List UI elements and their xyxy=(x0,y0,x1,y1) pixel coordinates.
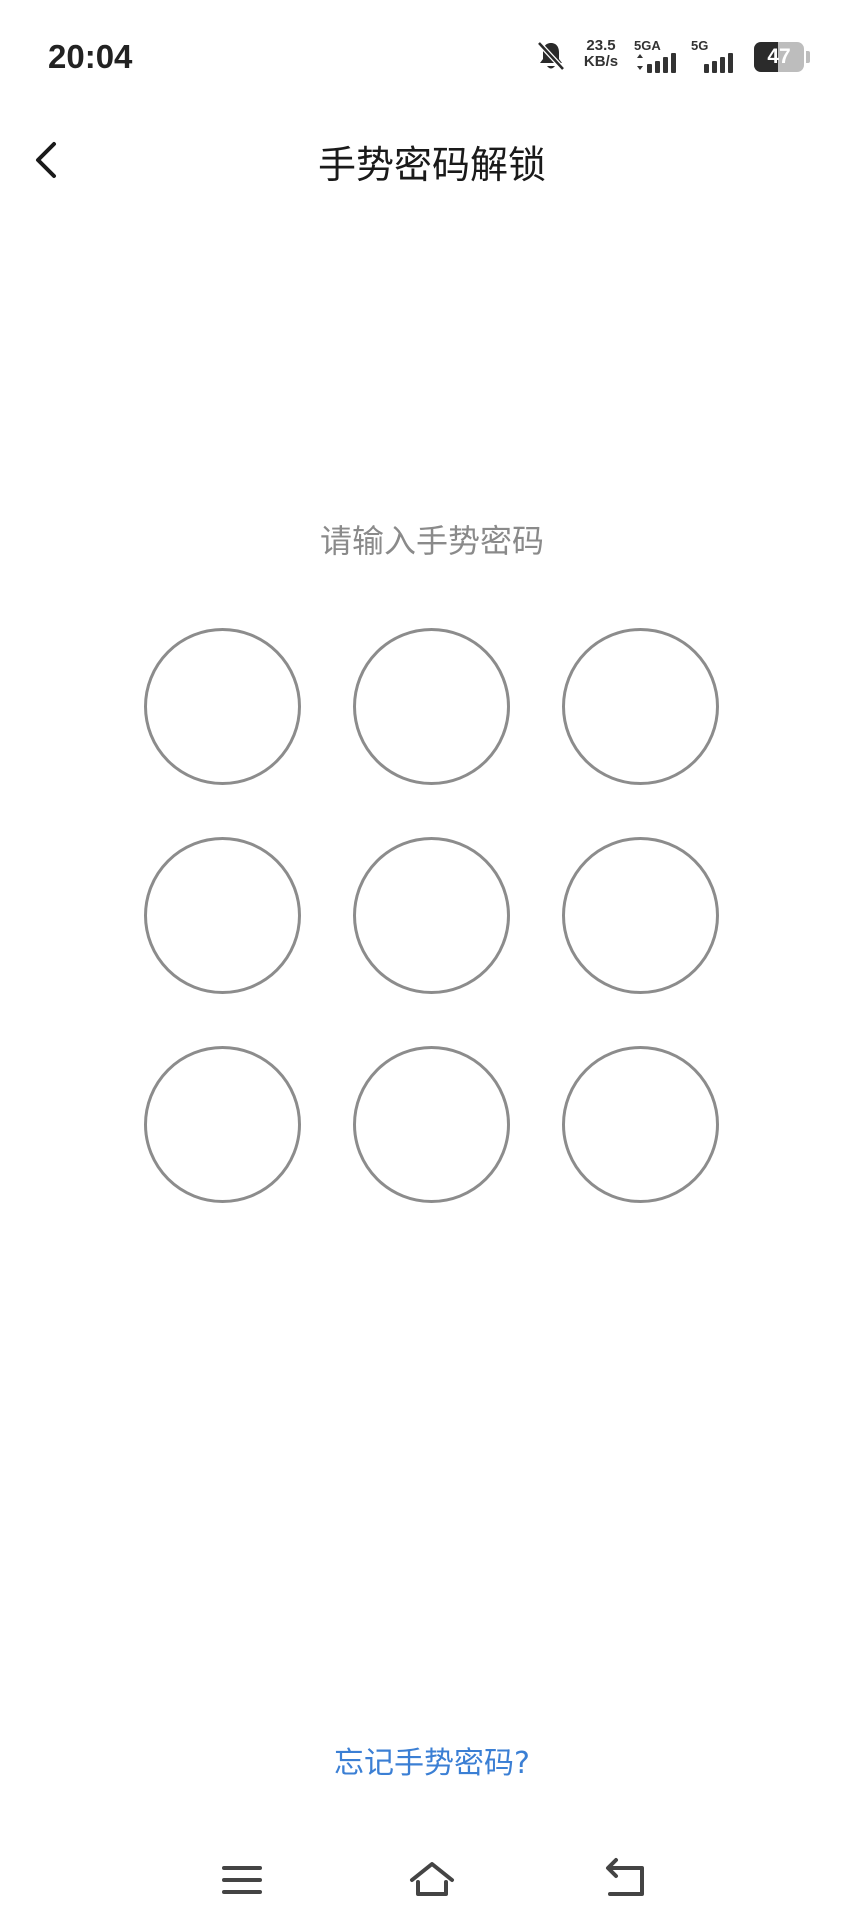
nav-home-button[interactable] xyxy=(402,1850,462,1910)
sim1-signal-icon xyxy=(637,53,676,73)
back-icon xyxy=(606,1858,644,1896)
gesture-dot-4[interactable] xyxy=(143,836,301,994)
sim1-label: 5GA xyxy=(634,38,661,53)
sim2-label: 5G xyxy=(691,38,709,53)
status-icons: 23.5 KB/s 5GA 5G 47 xyxy=(536,38,816,78)
gesture-dot-2[interactable] xyxy=(352,627,510,785)
status-time: 20:04 xyxy=(48,38,133,75)
bell-muted-icon xyxy=(537,41,565,71)
gesture-prompt: 请输入手势密码 xyxy=(319,522,544,560)
header: 手势密码解锁 xyxy=(0,110,864,210)
gesture-dot-1[interactable] xyxy=(143,627,301,785)
gesture-grid xyxy=(0,0,864,1920)
gesture-dot-8[interactable] xyxy=(352,1045,510,1203)
gesture-dot-3[interactable] xyxy=(561,627,719,785)
gesture-dot-6[interactable] xyxy=(561,836,719,994)
gesture-dot-7[interactable] xyxy=(143,1045,301,1203)
navigation-bar xyxy=(0,1840,864,1920)
menu-icon xyxy=(222,1866,262,1894)
gesture-dot-5[interactable] xyxy=(352,836,510,994)
battery-icon: 47 xyxy=(754,42,804,72)
battery-level: 47 xyxy=(767,45,791,68)
gesture-unlock-screen: 20:04 23.5 KB/s 5GA 5G 47 手势密码解锁 请输入手势密码… xyxy=(0,0,864,1920)
status-bar: 20:04 23.5 KB/s 5GA 5G 47 xyxy=(0,0,864,110)
battery-tip xyxy=(806,51,810,63)
nav-menu-button[interactable] xyxy=(212,1850,272,1910)
gesture-dot-9[interactable] xyxy=(561,1045,719,1203)
sim2-signal-icon xyxy=(704,53,733,73)
page-title: 手势密码解锁 xyxy=(317,143,546,187)
net-speed-value: 23.5 xyxy=(586,37,616,54)
forgot-gesture-link[interactable]: 忘记手势密码? xyxy=(0,1738,864,1782)
nav-back-button[interactable] xyxy=(596,1850,656,1910)
net-speed: 23.5 KB/s xyxy=(576,38,626,70)
home-icon xyxy=(410,1862,454,1896)
net-speed-unit: KB/s xyxy=(583,53,619,70)
